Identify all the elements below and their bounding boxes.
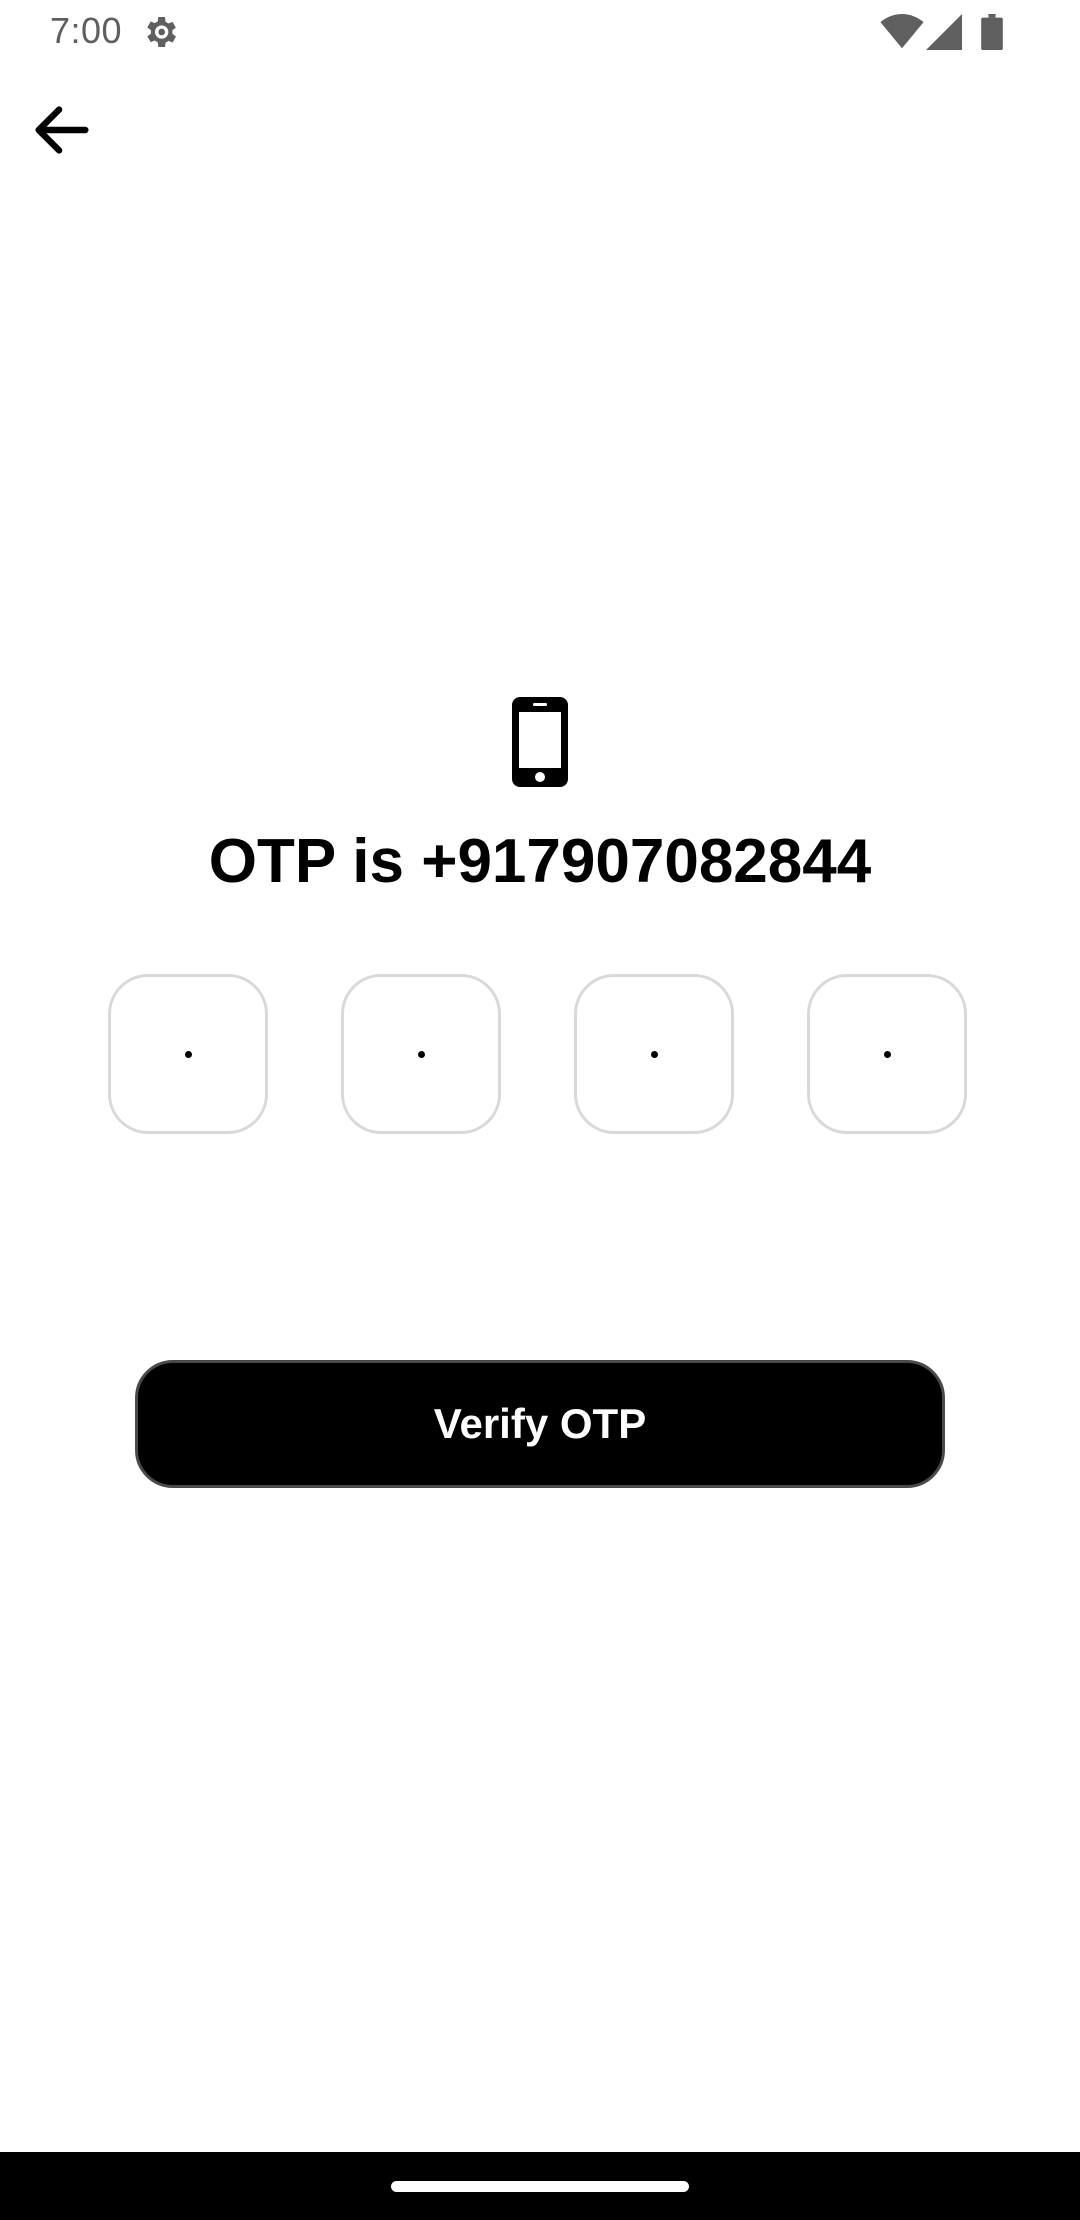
home-gesture-handle[interactable] <box>391 2181 689 2192</box>
otp-title: OTP is +917907082844 <box>208 827 872 896</box>
otp-input-group <box>108 974 972 1140</box>
gear-icon <box>147 17 176 47</box>
otp-digit-4-input[interactable] <box>807 974 967 1134</box>
status-bar: 7:00 <box>0 0 1080 66</box>
otp-placeholder-dot <box>184 1050 192 1058</box>
status-time: 7:00 <box>50 10 123 51</box>
otp-placeholder-dot <box>883 1050 891 1058</box>
back-button[interactable] <box>18 86 106 174</box>
arrow-left-icon <box>35 106 89 154</box>
otp-digit-2-input[interactable] <box>341 974 501 1134</box>
verify-otp-button[interactable]: Verify OTP <box>135 1360 945 1488</box>
otp-digit-1-input[interactable] <box>108 974 268 1134</box>
otp-placeholder-dot <box>417 1050 425 1058</box>
wifi-icon <box>880 14 924 49</box>
otp-digit-3-input[interactable] <box>574 974 734 1134</box>
battery-icon <box>981 14 1003 50</box>
signal-icon <box>926 14 962 50</box>
otp-placeholder-dot <box>650 1050 658 1058</box>
smartphone-icon <box>512 697 568 787</box>
